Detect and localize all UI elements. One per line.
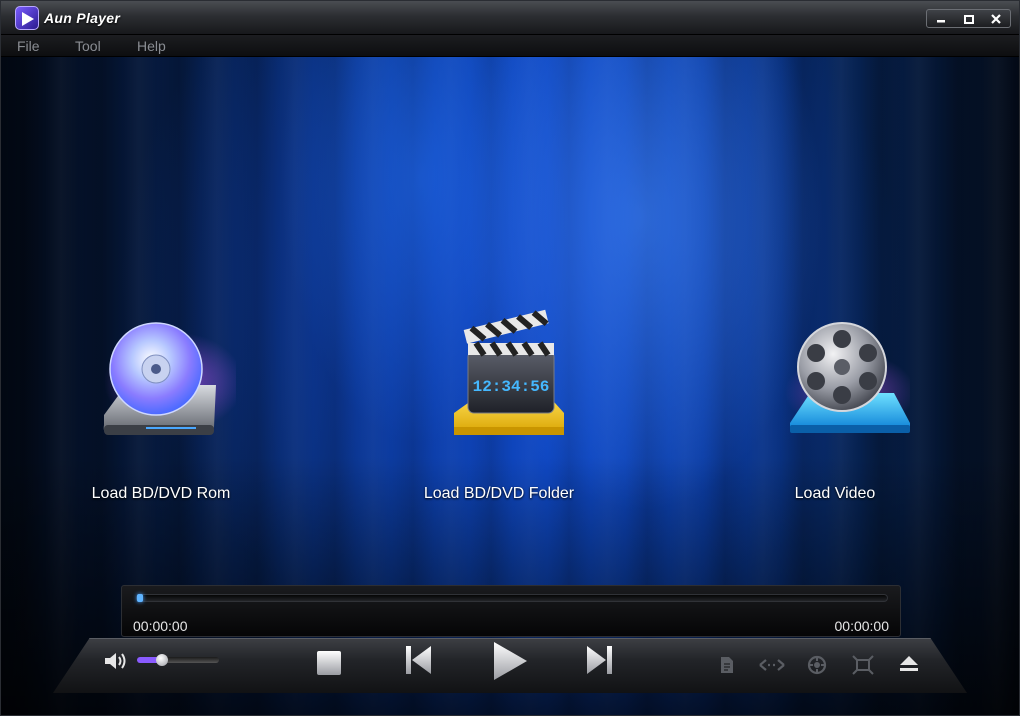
window-controls <box>926 9 1011 28</box>
subtitle-file-button[interactable] <box>717 655 737 680</box>
seek-bar[interactable] <box>136 594 888 602</box>
total-time: 00:00:00 <box>834 618 890 634</box>
maximize-icon <box>963 14 974 24</box>
menu-bar: File Tool Help <box>1 35 1019 57</box>
fullscreen-icon <box>852 655 874 675</box>
skip-previous-icon <box>406 646 431 674</box>
close-button[interactable] <box>982 10 1010 27</box>
seek-knob[interactable] <box>137 594 143 602</box>
load-video-label: Load Video <box>794 485 876 502</box>
load-bd-dvd-folder-button[interactable]: 12:34:56 Load BD/DVD Folder <box>389 307 609 503</box>
stop-icon <box>317 651 341 675</box>
volume-knob[interactable] <box>155 654 168 666</box>
horizontal-arrows-icon <box>759 659 785 671</box>
load-bd-dvd-folder-label: Load BD/DVD Folder <box>423 485 575 502</box>
app-logo-icon <box>15 6 39 30</box>
aun-player-window: Aun Player File Tool Help Load BD/DVD Ro… <box>0 0 1020 716</box>
disc-menu-button[interactable] <box>807 655 827 680</box>
speaker-icon <box>105 653 126 669</box>
load-bd-dvd-rom-label: Load BD/DVD Rom <box>91 485 231 502</box>
title-bar[interactable]: Aun Player <box>1 1 1019 35</box>
clapperboard-clock-text: 12:34:56 <box>473 378 550 396</box>
disc-drive-icon <box>86 307 244 457</box>
document-icon <box>721 657 733 673</box>
load-bd-dvd-rom-button[interactable]: Load BD/DVD Rom <box>51 307 271 503</box>
skip-next-icon <box>587 646 612 674</box>
aspect-ratio-button[interactable] <box>758 655 786 680</box>
stop-button[interactable] <box>315 649 343 682</box>
clapperboard-folder-icon: 12:34:56 <box>424 307 574 457</box>
volume-button[interactable] <box>103 651 131 676</box>
minimize-icon <box>936 19 945 22</box>
load-video-button[interactable]: Load Video <box>725 307 945 503</box>
target-icon <box>807 655 827 675</box>
play-icon <box>494 642 527 680</box>
close-icon <box>991 13 1001 24</box>
seek-panel: 00:00:00 00:00:00 <box>121 585 901 637</box>
film-reel-icon <box>760 307 915 457</box>
menu-file[interactable]: File <box>17 38 40 54</box>
maximize-button[interactable] <box>955 10 983 27</box>
volume-slider[interactable] <box>137 654 219 666</box>
fullscreen-button[interactable] <box>852 655 874 680</box>
previous-button[interactable] <box>403 643 435 682</box>
play-button[interactable] <box>489 639 531 688</box>
menu-tool[interactable]: Tool <box>75 38 101 54</box>
menu-help[interactable]: Help <box>137 38 166 54</box>
window-title: Aun Player <box>44 10 121 26</box>
elapsed-time: 00:00:00 <box>133 618 188 634</box>
next-button[interactable] <box>583 643 615 682</box>
eject-icon <box>900 656 918 671</box>
eject-button[interactable] <box>898 654 920 679</box>
minimize-button[interactable] <box>927 10 955 27</box>
